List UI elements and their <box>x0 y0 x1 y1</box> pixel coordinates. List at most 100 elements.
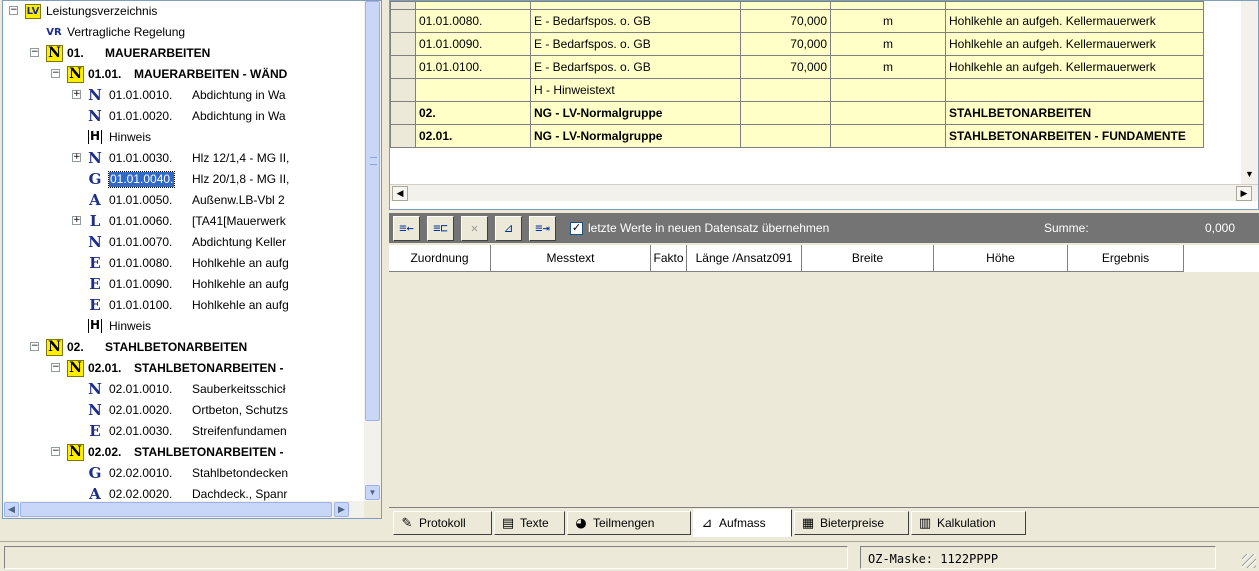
art-cell[interactable]: NG - LV-Normalgruppe <box>530 101 741 125</box>
art-cell[interactable]: E - Bedarfspos. o. GB <box>530 55 741 79</box>
tree-node-number[interactable]: 01.01.0060. <box>109 214 172 229</box>
art-cell[interactable]: H - Hinweistext <box>530 78 741 102</box>
tree-node-label[interactable]: Hohlkehle an aufg <box>192 256 289 271</box>
grid-horizontal-scrollbar[interactable]: ◀ ▶ <box>390 184 1258 201</box>
delete-button[interactable]: ✕ <box>461 216 488 241</box>
column-header[interactable]: Fakto <box>651 245 687 272</box>
tree-node[interactable]: A 01.01.0050. Außenw.LB-Vbl 2 <box>3 190 366 211</box>
tab-teilmengen[interactable]: ◕ Teilmengen <box>567 511 691 535</box>
oz-cell[interactable]: 01.01.0100. <box>415 55 531 79</box>
tree-node-number[interactable]: Hinweis <box>109 130 151 145</box>
measurement-table[interactable]: Zuordnung Messtext Fakto Länge /Ansatz091 Br… <box>389 245 1259 507</box>
oz-cell[interactable]: 02. <box>415 101 531 125</box>
kurztext-cell[interactable]: Hohlkehle an aufgeh. Kellermauerwerk <box>945 9 1204 33</box>
tree-node-number[interactable]: 02. <box>67 340 84 355</box>
grid-hscroll-track[interactable] <box>410 187 1230 200</box>
tree-node-number[interactable]: 02.01.0030. <box>109 424 172 439</box>
tree-node-label[interactable]: Streifenfundamen <box>192 424 287 439</box>
oz-cell[interactable] <box>415 78 531 102</box>
column-header[interactable]: Länge /Ansatz091 <box>687 245 802 272</box>
tree-node-label[interactable]: Dachdeck., Spanr <box>192 487 287 501</box>
tree-scroll-down-button[interactable]: ▼ <box>365 485 380 500</box>
tree-node-number[interactable]: 02.01. <box>88 361 121 376</box>
tree-node[interactable]: + L 01.01.0060. [TA41[Mauerwerk <box>3 211 366 232</box>
insert-row-button[interactable]: ≡← <box>393 216 420 241</box>
table-row[interactable]: 01.01.0090. E - Bedarfspos. o. GB 70,000 m H… <box>390 32 1204 56</box>
tree-vertical-scrollbar[interactable]: ▼ <box>364 1 381 501</box>
tree-node-number[interactable]: 02.02. <box>88 445 121 460</box>
tree-node-number[interactable]: 01.01.0020. <box>109 109 172 124</box>
menge-cell[interactable] <box>740 78 831 102</box>
table-row[interactable]: 01.01.0080. E - Bedarfspos. o. GB 70,000 m H… <box>390 9 1204 33</box>
resize-grip[interactable] <box>1242 554 1256 568</box>
tree-node-label[interactable]: Sauberkeitsschicł <box>192 382 285 397</box>
kurztext-cell[interactable]: STAHLBETONARBEITEN - FUNDAMENTE <box>945 124 1204 148</box>
row-header[interactable] <box>390 32 416 56</box>
row-header[interactable] <box>390 101 416 125</box>
tree-node[interactable]: − N 01. MAUERARBEITEN <box>3 43 366 64</box>
menge-cell[interactable]: 70,000 <box>740 55 831 79</box>
tree-node-number[interactable]: 02.02.0010. <box>109 466 172 481</box>
tree-node-number[interactable]: 01.01.0010. <box>109 88 172 103</box>
einheit-cell[interactable]: m <box>830 32 946 56</box>
einheit-cell[interactable] <box>830 124 946 148</box>
tree-node-label[interactable]: STAHLBETONARBEITEN - <box>134 445 284 460</box>
tree-horizontal-scrollbar[interactable]: ◀ ▶ <box>3 501 366 518</box>
tree-node[interactable]: − N 02.01. STAHLBETONARBEITEN - <box>3 358 366 379</box>
tree-node-number[interactable]: 02.01.0010. <box>109 382 172 397</box>
tree-node-number[interactable]: Leistungsverzeichnis <box>46 4 157 19</box>
tree-scroll-right-button[interactable]: ▶ <box>334 502 349 517</box>
column-header[interactable]: Ergebnis <box>1068 245 1184 272</box>
tree-node-label[interactable]: Außenw.LB-Vbl 2 <box>192 193 285 208</box>
tree-node-label[interactable]: STAHLBETONARBEITEN - <box>134 361 284 376</box>
tree-node-number[interactable]: 01.01.0070. <box>109 235 172 250</box>
table-row[interactable] <box>390 1 1204 10</box>
column-header[interactable]: Breite <box>802 245 934 272</box>
tree-scroll-left-button[interactable]: ◀ <box>4 502 19 517</box>
tab-aufmass[interactable]: ⊿ Aufmass <box>693 509 792 537</box>
row-header[interactable] <box>390 124 416 148</box>
menge-cell[interactable]: 70,000 <box>740 9 831 33</box>
tree-node-label[interactable]: Stahlbetondecken <box>192 466 288 481</box>
tree-node-label[interactable]: Hohlkehle an aufg <box>192 298 289 313</box>
art-cell[interactable]: NG - LV-Normalgruppe <box>530 124 741 148</box>
menge-cell[interactable]: 70,000 <box>740 32 831 56</box>
einheit-cell[interactable] <box>830 101 946 125</box>
lv-tree[interactable]: − LV Leistungsverzeichnis VR Vertragliche Re… <box>3 1 366 501</box>
menge-cell[interactable] <box>740 101 831 125</box>
collapse-icon[interactable]: − <box>51 363 60 372</box>
column-header[interactable]: Zuordnung <box>389 245 491 272</box>
einheit-cell[interactable]: m <box>830 9 946 33</box>
table-row[interactable]: H - Hinweistext <box>390 78 1204 102</box>
keep-last-values-checkbox[interactable]: ✓ <box>570 222 583 235</box>
tree-node-label[interactable]: MAUERARBEITEN <box>105 46 210 61</box>
tree-node-number[interactable]: 01.01. <box>88 67 121 82</box>
collapse-icon[interactable]: − <box>51 447 60 456</box>
expand-icon[interactable]: + <box>72 216 81 225</box>
tree-node-number[interactable]: 01.01.0050. <box>109 193 172 208</box>
collapse-icon[interactable]: − <box>30 342 39 351</box>
oz-cell[interactable]: 01.01.0080. <box>415 9 531 33</box>
tree-node-label[interactable]: [TA41[Mauerwerk <box>192 214 286 229</box>
tree-node-number[interactable]: 01.01.0040. <box>107 171 176 188</box>
tree-node[interactable]: N 02.01.0020. Ortbeton, Schutzs <box>3 400 366 421</box>
tab-protokoll[interactable]: ✎ Protokoll <box>393 511 492 535</box>
tree-node-number[interactable]: 02.02.0020. <box>109 487 172 501</box>
tree-node[interactable]: G 02.02.0010. Stahlbetondecken <box>3 463 366 484</box>
grid-scroll-down-button[interactable]: ▼ <box>1242 168 1257 183</box>
tree-node[interactable]: − N 02.02. STAHLBETONARBEITEN - <box>3 442 366 463</box>
tree-node[interactable]: N 01.01.0020. Abdichtung in Wa <box>3 106 366 127</box>
tree-node[interactable]: E 01.01.0100. Hohlkehle an aufg <box>3 295 366 316</box>
table-row[interactable]: 02.01. NG - LV-Normalgruppe STAHLBETONARBE… <box>390 124 1204 148</box>
table-row[interactable]: 01.01.0100. E - Bedarfspos. o. GB 70,000 m H… <box>390 55 1204 79</box>
collapse-icon[interactable]: − <box>30 48 39 57</box>
tree-node[interactable]: H Hinweis <box>3 127 366 148</box>
tree-node-number[interactable]: 01.01.0080. <box>109 256 172 271</box>
tree-node[interactable]: N 02.01.0010. Sauberkeitsschicł <box>3 379 366 400</box>
expand-icon[interactable]: + <box>72 90 81 99</box>
tab-bieterpreise[interactable]: ▦ Bieterpreise <box>794 511 909 535</box>
tree-node-number[interactable]: Hinweis <box>109 319 151 334</box>
tree-node[interactable]: E 02.01.0030. Streifenfundamen <box>3 421 366 442</box>
tab-texte[interactable]: ▤ Texte <box>494 511 565 535</box>
tree-node-number[interactable]: 01. <box>67 46 84 61</box>
